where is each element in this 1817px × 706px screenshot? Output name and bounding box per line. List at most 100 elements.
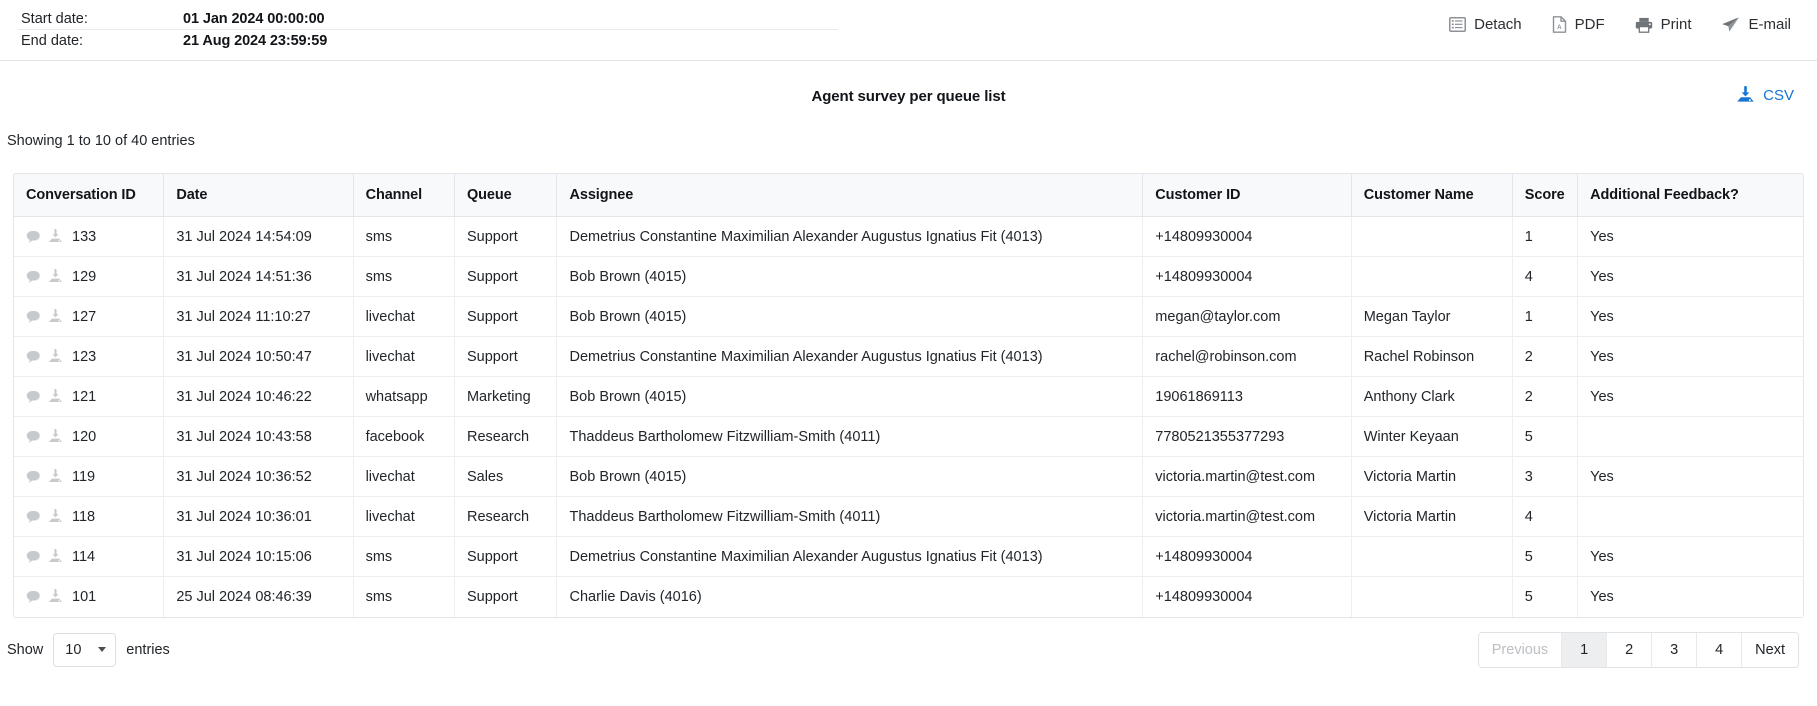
cell-assignee: Bob Brown (4015) bbox=[556, 456, 1144, 497]
show-label: Show bbox=[7, 641, 44, 658]
page-size-control: Show 10 entries bbox=[7, 632, 170, 667]
cell-customer-name bbox=[1351, 216, 1513, 257]
cell-assignee: Demetrius Constantine Maximilian Alexand… bbox=[556, 536, 1144, 577]
cell-queue: Support bbox=[454, 216, 558, 257]
page-title: Agent survey per queue list bbox=[811, 88, 1006, 105]
download-icon[interactable] bbox=[48, 269, 63, 284]
table-row: 121 31 Jul 2024 10:46:22 whatsapp Marketing… bbox=[14, 376, 1803, 417]
pdf-button[interactable]: A PDF bbox=[1552, 16, 1605, 33]
email-button[interactable]: E-mail bbox=[1721, 16, 1791, 33]
table-row: 119 31 Jul 2024 10:36:52 livechat Sales Bob … bbox=[14, 456, 1803, 497]
csv-download-button[interactable]: CSV bbox=[1736, 86, 1794, 104]
svg-text:A: A bbox=[1557, 24, 1562, 31]
column-header-date[interactable]: Date bbox=[163, 174, 354, 217]
cell-additional-feedback: Yes bbox=[1577, 336, 1803, 377]
print-button[interactable]: Print bbox=[1635, 17, 1691, 33]
chat-bubble-icon[interactable] bbox=[26, 550, 41, 564]
column-header-conversation-id[interactable]: Conversation ID bbox=[14, 174, 165, 217]
cell-date: 31 Jul 2024 10:36:01 bbox=[163, 496, 354, 537]
column-header-assignee[interactable]: Assignee bbox=[556, 174, 1144, 217]
conversation-id-value: 121 bbox=[72, 388, 97, 405]
chat-bubble-icon[interactable] bbox=[26, 270, 41, 284]
end-date-value: 21 Aug 2024 23:59:59 bbox=[183, 33, 328, 49]
cell-customer-name: Megan Taylor bbox=[1351, 296, 1513, 337]
download-icon[interactable] bbox=[48, 469, 63, 484]
cell-conversation-id: 101 bbox=[14, 576, 165, 617]
cell-customer-name: Victoria Martin bbox=[1351, 496, 1513, 537]
column-header-channel[interactable]: Channel bbox=[353, 174, 455, 217]
column-header-customer-name[interactable]: Customer Name bbox=[1351, 174, 1513, 217]
download-icon[interactable] bbox=[48, 389, 63, 404]
page-size-select[interactable]: 10 bbox=[53, 632, 117, 667]
column-header-additional-feedback[interactable]: Additional Feedback? bbox=[1577, 174, 1803, 217]
table-footer: Show 10 entries Previous 1 2 3 4 Next bbox=[0, 619, 1817, 680]
chat-bubble-icon[interactable] bbox=[26, 590, 41, 604]
conversation-id-value: 120 bbox=[72, 428, 97, 445]
pdf-document-icon: A bbox=[1552, 16, 1567, 33]
pagination-page-4[interactable]: 4 bbox=[1697, 632, 1743, 667]
cell-customer-id: +14809930004 bbox=[1142, 256, 1352, 297]
cell-channel: livechat bbox=[353, 336, 455, 377]
column-header-customer-id[interactable]: Customer ID bbox=[1142, 174, 1352, 217]
conversation-id-value: 127 bbox=[72, 308, 97, 325]
chat-bubble-icon[interactable] bbox=[26, 430, 41, 444]
pagination-page-1[interactable]: 1 bbox=[1562, 632, 1608, 667]
pagination-next[interactable]: Next bbox=[1742, 632, 1798, 667]
cell-channel: sms bbox=[353, 536, 455, 577]
chat-bubble-icon[interactable] bbox=[26, 470, 41, 484]
cell-additional-feedback bbox=[1577, 496, 1803, 537]
cell-additional-feedback: Yes bbox=[1577, 256, 1803, 297]
pagination-page-2[interactable]: 2 bbox=[1607, 632, 1653, 667]
chat-bubble-icon[interactable] bbox=[26, 390, 41, 404]
cell-assignee: Bob Brown (4015) bbox=[556, 376, 1144, 417]
cell-additional-feedback bbox=[1577, 416, 1803, 457]
table-row: 101 25 Jul 2024 08:46:39 sms Support Charlie… bbox=[14, 576, 1803, 617]
cell-date: 31 Jul 2024 10:15:06 bbox=[163, 536, 354, 577]
download-icon[interactable] bbox=[48, 509, 63, 524]
download-icon[interactable] bbox=[48, 229, 63, 244]
cell-conversation-id: 129 bbox=[14, 256, 165, 297]
cell-customer-name bbox=[1351, 576, 1513, 617]
pagination-page-3[interactable]: 3 bbox=[1652, 632, 1698, 667]
chat-bubble-icon[interactable] bbox=[26, 230, 41, 244]
cell-customer-id: victoria.martin@test.com bbox=[1142, 496, 1352, 537]
download-icon[interactable] bbox=[48, 549, 63, 564]
cell-additional-feedback: Yes bbox=[1590, 588, 1614, 605]
download-icon[interactable] bbox=[48, 309, 63, 324]
cell-customer-name bbox=[1351, 536, 1513, 577]
chat-bubble-icon[interactable] bbox=[26, 350, 41, 364]
cell-assignee: Demetrius Constantine Maximilian Alexand… bbox=[556, 336, 1144, 377]
cell-queue: Research bbox=[454, 496, 558, 537]
chat-bubble-icon[interactable] bbox=[26, 310, 41, 324]
pagination-previous: Previous bbox=[1478, 632, 1563, 667]
download-icon[interactable] bbox=[48, 589, 63, 604]
cell-queue: Support bbox=[454, 296, 558, 337]
cell-customer-name bbox=[1351, 256, 1513, 297]
conversation-id-value: 123 bbox=[72, 348, 97, 365]
report-header-bar: Start date: 01 Jan 2024 00:00:00 End dat… bbox=[0, 0, 1817, 61]
cell-score: 1 bbox=[1512, 216, 1579, 257]
cell-customer-name: Winter Keyaan bbox=[1351, 416, 1513, 457]
conversation-id-value: 129 bbox=[72, 268, 97, 285]
cell-assignee: Charlie Davis (4016) bbox=[556, 576, 1144, 617]
detach-button[interactable]: Detach bbox=[1449, 17, 1522, 32]
conversation-id-value: 118 bbox=[72, 508, 96, 525]
cell-queue: Support bbox=[454, 576, 558, 617]
column-header-queue[interactable]: Queue bbox=[454, 174, 558, 217]
cell-date: 31 Jul 2024 11:10:27 bbox=[163, 296, 354, 337]
cell-date: 31 Jul 2024 10:46:22 bbox=[163, 376, 354, 417]
cell-date: 31 Jul 2024 10:43:58 bbox=[163, 416, 354, 457]
chat-bubble-icon[interactable] bbox=[26, 510, 41, 524]
cell-channel: sms bbox=[353, 216, 455, 257]
conversation-id-value: 119 bbox=[72, 468, 96, 485]
cell-queue: Marketing bbox=[454, 376, 558, 417]
cell-queue: Research bbox=[454, 416, 558, 457]
entries-info: Showing 1 to 10 of 40 entries bbox=[7, 133, 195, 149]
cell-queue: Support bbox=[454, 336, 558, 377]
cell-channel: livechat bbox=[353, 296, 455, 337]
cell-customer-id: 19061869113 bbox=[1142, 376, 1352, 417]
download-icon[interactable] bbox=[48, 349, 63, 364]
cell-customer-id: megan@taylor.com bbox=[1142, 296, 1352, 337]
download-icon[interactable] bbox=[48, 429, 63, 444]
column-header-score[interactable]: Score bbox=[1512, 174, 1579, 217]
